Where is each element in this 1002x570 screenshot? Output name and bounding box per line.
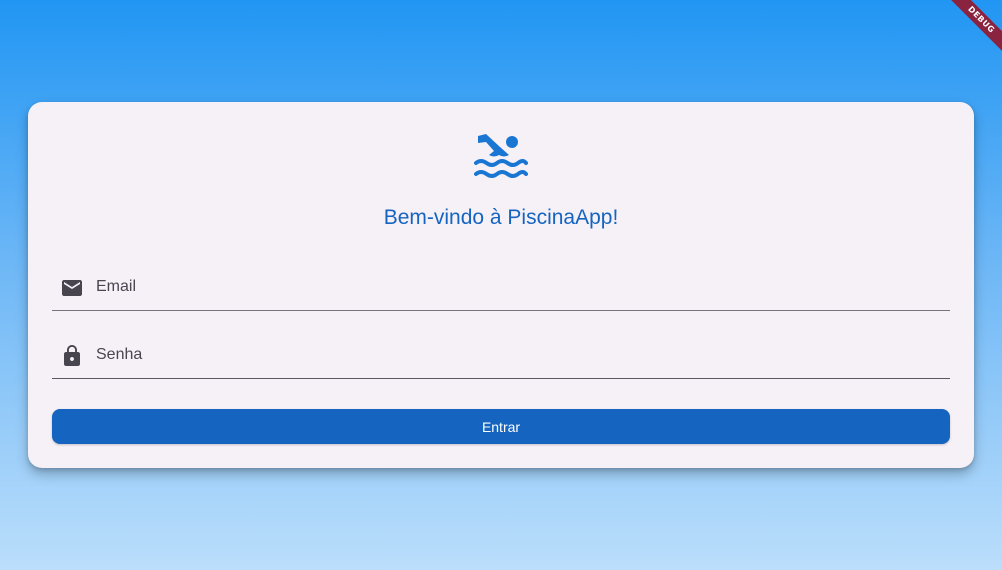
password-input[interactable] (96, 342, 936, 368)
lock-icon (60, 344, 84, 368)
mail-icon (60, 276, 84, 300)
debug-banner: DEBUG (942, 0, 1002, 60)
welcome-title: Bem-vindo à PiscinaApp! (383, 206, 619, 229)
email-field[interactable] (52, 260, 950, 311)
login-button[interactable]: Entrar (52, 409, 950, 444)
debug-banner-label: DEBUG (945, 0, 1002, 56)
password-field[interactable] (52, 328, 950, 379)
email-input[interactable] (96, 274, 936, 300)
swimming-icon (474, 132, 528, 182)
login-card: Bem-vindo à PiscinaApp! Entrar (28, 102, 974, 468)
